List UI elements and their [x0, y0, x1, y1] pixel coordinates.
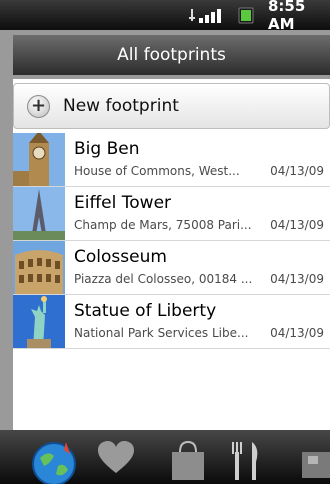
item-date: 04/13/09 [270, 326, 324, 340]
fork-knife-icon[interactable] [228, 440, 268, 480]
battery-icon [238, 0, 254, 30]
globe-icon[interactable] [30, 440, 82, 484]
item-address: Piazza del Colosseo, 00184 ... [74, 272, 253, 286]
item-date: 04/13/09 [270, 218, 324, 232]
item-title: Colosseum [74, 247, 167, 267]
new-footprint-label: New footprint [63, 96, 179, 116]
eiffel-tower-photo [13, 187, 65, 240]
sync-icon [188, 0, 196, 30]
item-date: 04/13/09 [270, 272, 324, 286]
shopping-bag-icon[interactable] [168, 440, 208, 480]
item-address: National Park Services Libe... [74, 326, 249, 340]
list-item-big-ben[interactable]: Big Ben House of Commons, West... 04/13/… [13, 133, 330, 187]
item-address: Champ de Mars, 75008 Pari... [74, 218, 252, 232]
plus-icon: + [27, 94, 50, 118]
statue-of-liberty-photo [13, 295, 65, 348]
item-title: Eiffel Tower [74, 193, 172, 213]
item-title: Statue of Liberty [74, 301, 217, 321]
heart-icon[interactable] [96, 440, 136, 480]
signal-icon [198, 0, 224, 30]
list-item-statue-of-liberty[interactable]: Statue of Liberty National Park Services… [13, 295, 330, 349]
status-time: 8:55 AM [268, 0, 306, 33]
item-date: 04/13/09 [270, 164, 324, 178]
more-icon[interactable] [296, 440, 330, 480]
item-address: House of Commons, West... [74, 164, 240, 178]
list-item-colosseum[interactable]: Colosseum Piazza del Colosseo, 00184 ...… [13, 241, 330, 295]
item-title: Big Ben [74, 139, 140, 159]
big-ben-photo [13, 133, 65, 186]
new-footprint-button[interactable]: + New footprint [13, 83, 330, 129]
list-item-eiffel-tower[interactable]: Eiffel Tower Champ de Mars, 75008 Pari..… [13, 187, 330, 241]
page-title: All footprints [13, 35, 330, 75]
colosseum-photo [13, 241, 65, 294]
